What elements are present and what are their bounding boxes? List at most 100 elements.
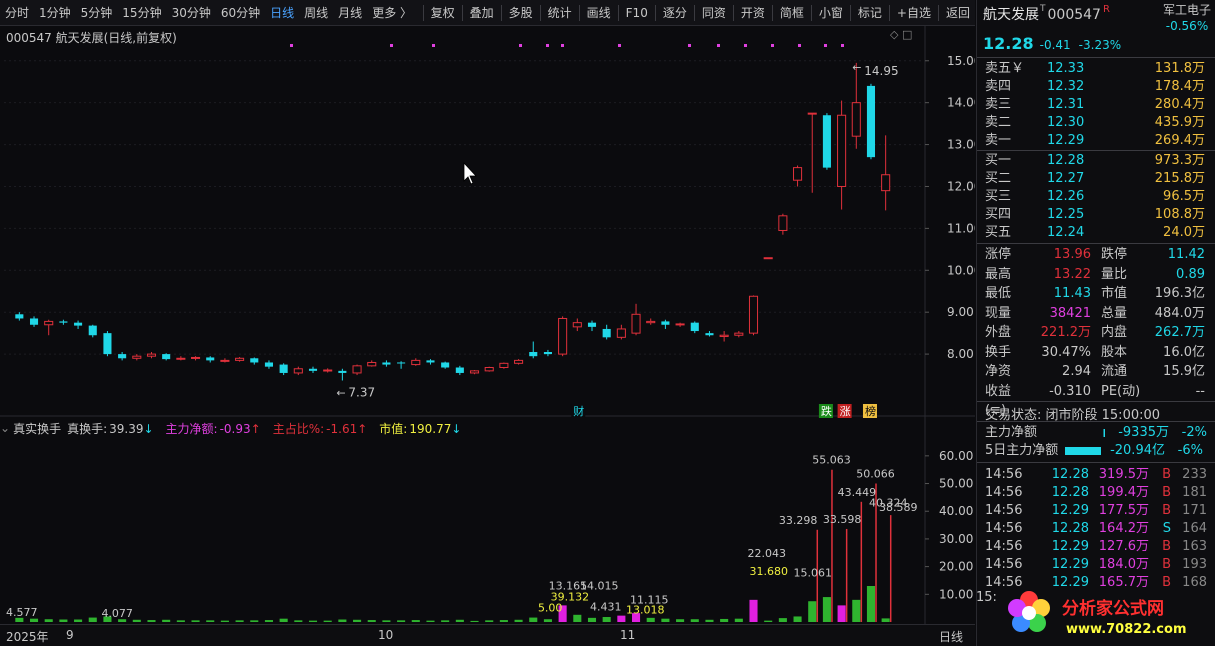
candle-body[interactable] (514, 359, 524, 364)
candle-body[interactable] (705, 333, 714, 336)
tool-button-1[interactable]: 叠加 (465, 0, 499, 26)
period-tab-0[interactable]: 分时 (0, 0, 34, 26)
tool-button-7[interactable]: 同资 (697, 0, 731, 26)
candle-body[interactable] (382, 362, 391, 365)
candle-body[interactable] (323, 369, 333, 372)
event-marker[interactable]: 榜 (865, 404, 876, 418)
candle-body[interactable] (15, 314, 24, 319)
candle-body[interactable] (455, 367, 464, 373)
candle-body[interactable] (118, 354, 127, 359)
candle-body[interactable] (822, 115, 831, 168)
candle-body[interactable] (866, 85, 876, 158)
candle-body[interactable] (426, 360, 435, 363)
candle-body[interactable] (616, 328, 626, 338)
kline-chart[interactable]: 15.00 14.00 13.00 12.00 11.00 10.00 9.00 8.00 14… (0, 26, 975, 624)
tool-button-5[interactable]: F10 (621, 0, 653, 26)
period-tab-6[interactable]: 日线 (265, 0, 299, 26)
candle-body[interactable] (734, 332, 744, 336)
tool-button-10[interactable]: 小窗 (814, 0, 848, 26)
candle-body[interactable] (397, 362, 406, 364)
period-indicator[interactable]: 日线 (939, 628, 963, 645)
candle-body[interactable] (631, 313, 641, 334)
candle-body[interactable] (44, 320, 54, 326)
candle-body[interactable] (469, 370, 480, 374)
bids-row[interactable]: 买三 12.26 96.5万 (977, 188, 1215, 206)
period-tab-2[interactable]: 5分钟 (76, 0, 118, 26)
candle-body[interactable] (572, 322, 582, 328)
tool-button-12[interactable]: +自选 (892, 0, 936, 26)
event-marker[interactable]: 财 (573, 404, 584, 418)
candle-body[interactable] (293, 368, 303, 374)
tick-list[interactable]: 14:56 12.28 319.5万 B 233 14:56 12.28 199.4万 B 181… (977, 466, 1215, 592)
candle-body[interactable] (661, 321, 670, 325)
period-tab-1[interactable]: 1分钟 (34, 0, 76, 26)
candle-body[interactable] (352, 365, 362, 374)
candle-body[interactable] (411, 359, 421, 366)
candle-body[interactable] (235, 357, 245, 361)
candle-body[interactable] (220, 359, 230, 362)
bids-row[interactable]: 买二 12.27 215.8万 (977, 170, 1215, 188)
asks-row[interactable]: 卖二 12.30 435.9万 (977, 114, 1215, 132)
candle-body[interactable] (74, 322, 83, 326)
candle-body[interactable] (558, 317, 568, 355)
asks-row[interactable]: 卖三 12.31 280.4万 (977, 96, 1215, 114)
candle-body[interactable] (308, 368, 318, 371)
candle-body[interactable] (602, 328, 611, 338)
candle-body[interactable] (690, 322, 699, 332)
bids-row[interactable]: 买四 12.25 108.8万 (977, 206, 1215, 224)
bids-row[interactable]: 买一 12.28 973.3万 (977, 152, 1215, 170)
candle-body[interactable] (778, 215, 788, 231)
tool-button-13[interactable]: 返回 (941, 0, 975, 26)
candle-body[interactable] (837, 114, 847, 187)
candle-body[interactable] (29, 318, 39, 325)
candle-body[interactable] (103, 333, 112, 355)
candle-body[interactable] (162, 354, 171, 360)
candle-body[interactable] (719, 334, 729, 337)
tool-button-4[interactable]: 画线 (582, 0, 616, 26)
candle-body[interactable] (587, 322, 597, 327)
candle-body[interactable] (132, 355, 142, 359)
candle-body[interactable] (763, 257, 773, 260)
candle-body[interactable] (646, 320, 656, 324)
candle-body[interactable] (191, 356, 201, 359)
tool-button-8[interactable]: 开资 (736, 0, 770, 26)
asks-row[interactable]: 卖一 12.29 269.4万 (977, 132, 1215, 150)
event-marker[interactable]: 跌 (821, 404, 832, 418)
sector-box[interactable]: 军工电子 -0.56% (1163, 2, 1211, 34)
candle-body[interactable] (793, 167, 803, 181)
period-tab-5[interactable]: 60分钟 (216, 0, 265, 26)
candle-body[interactable] (529, 352, 538, 357)
tool-button-3[interactable]: 统计 (543, 0, 577, 26)
candle-body[interactable] (146, 353, 157, 357)
period-tab-4[interactable]: 30分钟 (167, 0, 216, 26)
candle-body[interactable] (367, 361, 377, 367)
candle-body[interactable] (484, 367, 494, 372)
period-tab-9[interactable]: 更多 〉 (367, 0, 417, 26)
candle-body[interactable] (206, 357, 215, 361)
candle-body[interactable] (851, 102, 861, 137)
candle-body[interactable] (88, 325, 97, 336)
bids-row[interactable]: 买五 12.24 24.0万 (977, 224, 1215, 242)
event-marker[interactable]: 涨 (840, 405, 851, 418)
candle-body[interactable] (250, 358, 259, 363)
candle-body[interactable] (807, 112, 817, 115)
period-tab-3[interactable]: 15分钟 (117, 0, 166, 26)
indicator-collapse-icon[interactable]: ⌄ (0, 421, 10, 435)
candle-body[interactable] (881, 174, 891, 192)
candle-body[interactable] (279, 364, 288, 373)
tool-button-6[interactable]: 逐分 (658, 0, 692, 26)
tool-button-9[interactable]: 简框 (775, 0, 809, 26)
asks-row[interactable]: 卖四 12.32 178.4万 (977, 78, 1215, 96)
candle-body[interactable] (59, 321, 68, 323)
candle-body[interactable] (176, 357, 186, 360)
asks-row[interactable]: 卖五￥ 12.33 131.8万 (977, 60, 1215, 78)
candle-body[interactable] (441, 362, 450, 368)
candle-body[interactable] (499, 362, 509, 369)
tool-button-2[interactable]: 多股 (504, 0, 538, 26)
chart-corner-icons[interactable]: ◇ □ (890, 28, 912, 41)
candle-body[interactable] (338, 370, 347, 373)
period-tab-7[interactable]: 周线 (299, 0, 333, 26)
candle-body[interactable] (748, 295, 759, 334)
indicator-name[interactable]: 真实换手 (13, 420, 61, 437)
candle-body[interactable] (543, 352, 552, 355)
